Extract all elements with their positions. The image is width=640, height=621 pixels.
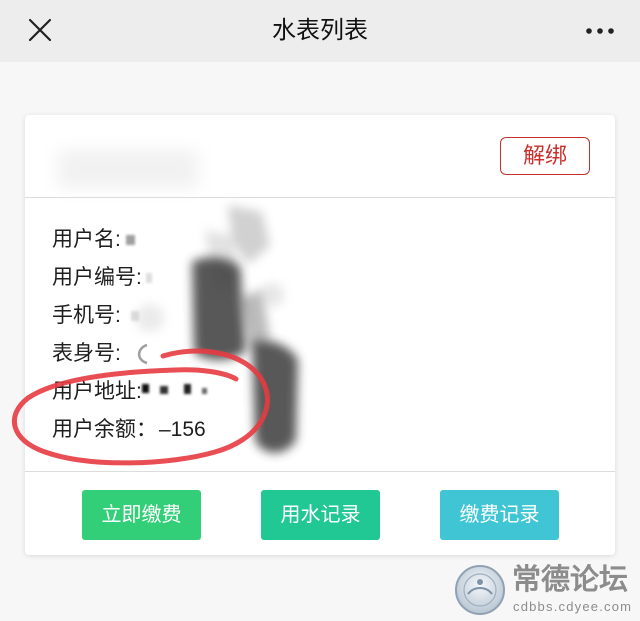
unbind-button[interactable]: 解绑 (500, 137, 590, 175)
forum-watermark: 常德论坛 cdbbs.cdyee.com (454, 562, 636, 618)
nav-header: 水表列表 (0, 0, 640, 62)
info-row-meter-number: 表身号: (52, 335, 615, 373)
info-row-phone: 手机号: (52, 297, 615, 335)
balance-label: 用户余额： (52, 418, 157, 441)
card-header: 解绑 (25, 115, 615, 198)
info-row-username: 用户名: (52, 221, 615, 259)
watermark-name: 常德论坛 (512, 562, 629, 596)
pay-now-button[interactable]: 立即缴费 (82, 490, 201, 540)
info-row-address: 用户地址: (52, 373, 615, 411)
seal-logo-icon (454, 564, 506, 616)
user-number-label: 用户编号: (52, 266, 142, 289)
water-usage-records-button[interactable]: 用水记录 (261, 490, 380, 540)
action-bar: 立即缴费 用水记录 缴费记录 (25, 472, 615, 540)
meter-info: 用户名: 用户编号: 手机号: 表身号: 用户地址: 用户余额：–156 (25, 198, 615, 472)
payment-records-button[interactable]: 缴费记录 (440, 490, 559, 540)
info-row-balance: 用户余额：–156 (52, 411, 615, 449)
username-label: 用户名: (52, 228, 121, 251)
water-meter-card: 解绑 用户名: 用户编号: 手机号: 表身号: 用户地址: 用户余额：–156 … (25, 115, 615, 555)
address-label: 用户地址: (52, 380, 142, 403)
balance-value: –156 (159, 418, 206, 441)
watermark-site: cdbbs.cdyee.com (513, 599, 633, 614)
meter-number-label: 表身号: (52, 342, 121, 365)
more-icon[interactable] (580, 20, 620, 42)
page-title: 水表列表 (272, 17, 368, 44)
phone-label: 手机号: (52, 304, 121, 327)
close-icon[interactable] (24, 14, 56, 46)
info-row-user-number: 用户编号: (52, 259, 615, 297)
